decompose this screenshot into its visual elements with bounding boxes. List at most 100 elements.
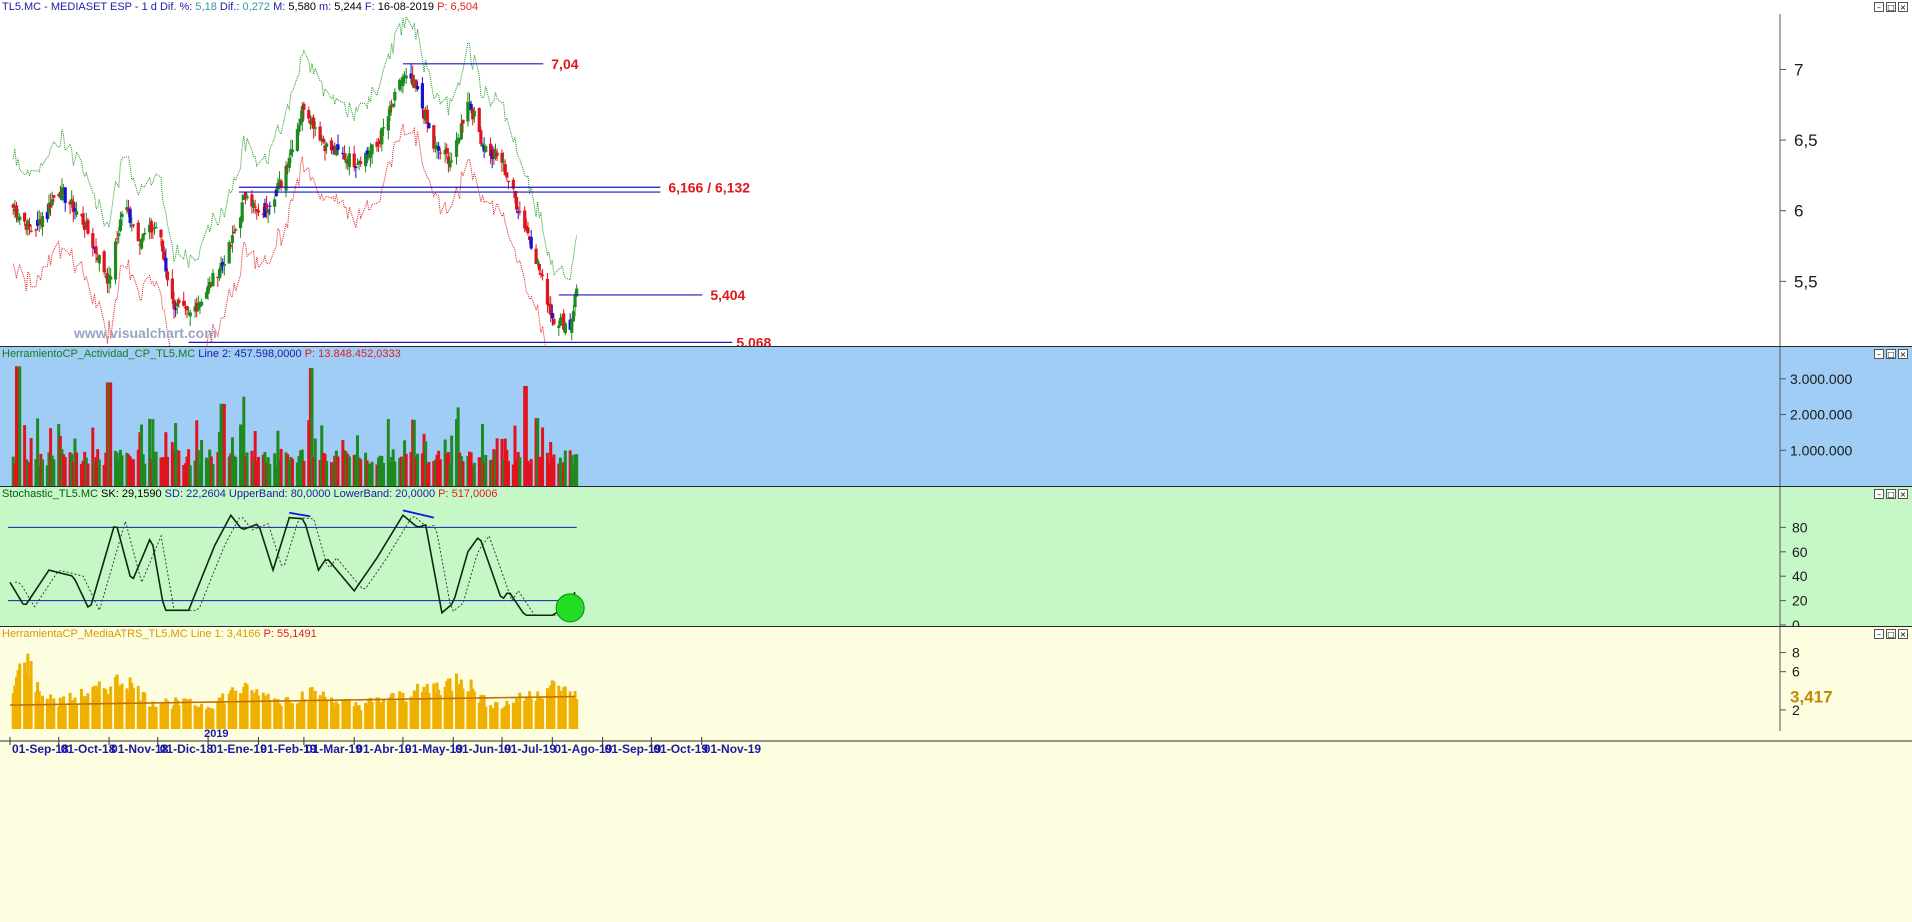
minimize-icon[interactable]: – (1874, 349, 1884, 359)
restore-icon[interactable]: □ (1886, 2, 1896, 12)
stoch-axis-label: 20 (1792, 593, 1808, 609)
dif-label: Dif.: (219, 1, 240, 13)
candle (313, 127, 317, 129)
minimize-icon[interactable]: – (1874, 2, 1884, 12)
candle (253, 206, 257, 208)
volume-bar (541, 427, 545, 486)
volume-bar (75, 452, 79, 486)
volume-bar (143, 463, 147, 486)
atr-pane[interactable]: 8 6 2 3,417 2019 01-Sep-18 01-Oct-18 01-Nov-18 0… (0, 627, 1912, 922)
volume-chart[interactable]: 3.000.000 2.000.000 1.000.000 (0, 347, 1912, 486)
atr-bar (325, 700, 329, 729)
candle (256, 210, 261, 213)
candle (342, 153, 347, 160)
candle (380, 128, 384, 145)
volume-bar (245, 452, 249, 486)
level-label: 5,068 (736, 334, 771, 346)
atr-bar (438, 695, 442, 729)
atr-bar (381, 698, 385, 729)
candle (52, 195, 56, 198)
candle (94, 246, 98, 254)
close-icon[interactable]: × (1898, 349, 1908, 359)
candle (40, 216, 45, 227)
volume-bar (325, 461, 329, 486)
candle (222, 263, 226, 266)
candle (571, 311, 576, 322)
restore-icon[interactable]: □ (1886, 489, 1896, 499)
candle (18, 216, 22, 220)
candle (174, 308, 178, 310)
minimize-icon[interactable]: – (1874, 489, 1884, 499)
volume-pane[interactable]: 3.000.000 2.000.000 1.000.000 HerramientoC… (0, 347, 1912, 486)
stoch-upper-value: 80,0000 (290, 488, 331, 500)
candle (401, 76, 405, 86)
atr-bar (302, 699, 306, 729)
candle (118, 219, 123, 231)
stoch-lower-value: 20,0000 (395, 488, 436, 500)
volume-window-controls: – □ × (1874, 349, 1908, 359)
close-icon[interactable]: × (1898, 629, 1908, 639)
stochastic-window-controls: – □ × (1874, 489, 1908, 499)
candle (445, 148, 449, 154)
atr-chart[interactable]: 8623,417201901-Sep-1801-Oct-1801-Nov-180… (0, 627, 1912, 922)
dif-value: 0,272 (242, 1, 271, 13)
close-icon[interactable]: × (1898, 489, 1908, 499)
candle (325, 143, 329, 147)
stochastic-chart[interactable]: 80 60 40 20 0 (0, 487, 1912, 626)
close-icon[interactable]: × (1898, 2, 1908, 12)
price-axis-label: 6,5 (1794, 131, 1818, 150)
volume-indicator-name: HerramientoCP_Actividad_CP_TL5.MC (2, 348, 196, 360)
restore-icon[interactable]: □ (1886, 349, 1896, 359)
atr-bar (177, 705, 181, 729)
candle (141, 233, 145, 241)
candle (526, 227, 530, 234)
volume-line-value: 457.598,0000 (234, 348, 302, 360)
candle (477, 108, 481, 133)
atr-bar (222, 703, 226, 729)
volume-bar (313, 438, 317, 486)
candle (514, 197, 519, 210)
candle (295, 129, 299, 151)
atr-bar (188, 698, 192, 729)
candle (230, 235, 235, 243)
atr-bar (279, 705, 283, 729)
candle (355, 163, 360, 165)
atr-bar (245, 684, 249, 729)
candle (175, 303, 179, 307)
volume-bar (461, 461, 465, 486)
candle (97, 255, 101, 264)
atr-bar (393, 700, 397, 729)
candle (128, 208, 132, 223)
candle (448, 160, 452, 168)
atr-line-value: 3,4166 (226, 628, 261, 640)
divergence-line (402, 509, 434, 519)
date-label: F: (364, 1, 375, 13)
max-label: M: (273, 1, 286, 13)
stoch-p-label: P: (438, 488, 449, 500)
volume-bar (291, 458, 295, 486)
price-chart[interactable]: 76,565,557,046,166 / 6,1325,4045,068www.… (0, 0, 1912, 346)
volume-axis-label: 1.000.000 (1790, 442, 1852, 458)
price-pane[interactable]: 76,565,557,046,166 / 6,1325,4045,068www.… (0, 0, 1912, 346)
volume-bar (40, 459, 44, 486)
minimize-icon[interactable]: – (1874, 629, 1884, 639)
atr-line-label: Line 1: (190, 628, 224, 640)
atr-header: HerramientaCP_MediaATRS_TL5.MC Line 1: 3… (2, 628, 317, 640)
price-axis-label: 6 (1794, 202, 1803, 221)
stoch-sk-value: 29,1590 (121, 488, 162, 500)
stochastic-pane[interactable]: 80 60 40 20 0 Stochastic_TL5.MC SK: 29,1590 … (0, 487, 1912, 626)
volume-bar (438, 459, 442, 486)
atr-axis-label: 8 (1792, 645, 1800, 661)
candle (120, 213, 124, 217)
atr-bar (461, 688, 465, 729)
stoch-p-value: 517,0006 (451, 488, 498, 500)
atr-bar (97, 681, 101, 729)
candle (375, 141, 379, 147)
volume-bar (381, 462, 385, 486)
restore-icon[interactable]: □ (1886, 629, 1896, 639)
stochastic-header: Stochastic_TL5.MC SK: 29,1590 SD: 22,260… (2, 488, 497, 500)
volume-bar (29, 438, 33, 486)
stoch-upper-label: UpperBand: (228, 488, 288, 500)
candle (34, 229, 38, 231)
candle (74, 211, 79, 215)
